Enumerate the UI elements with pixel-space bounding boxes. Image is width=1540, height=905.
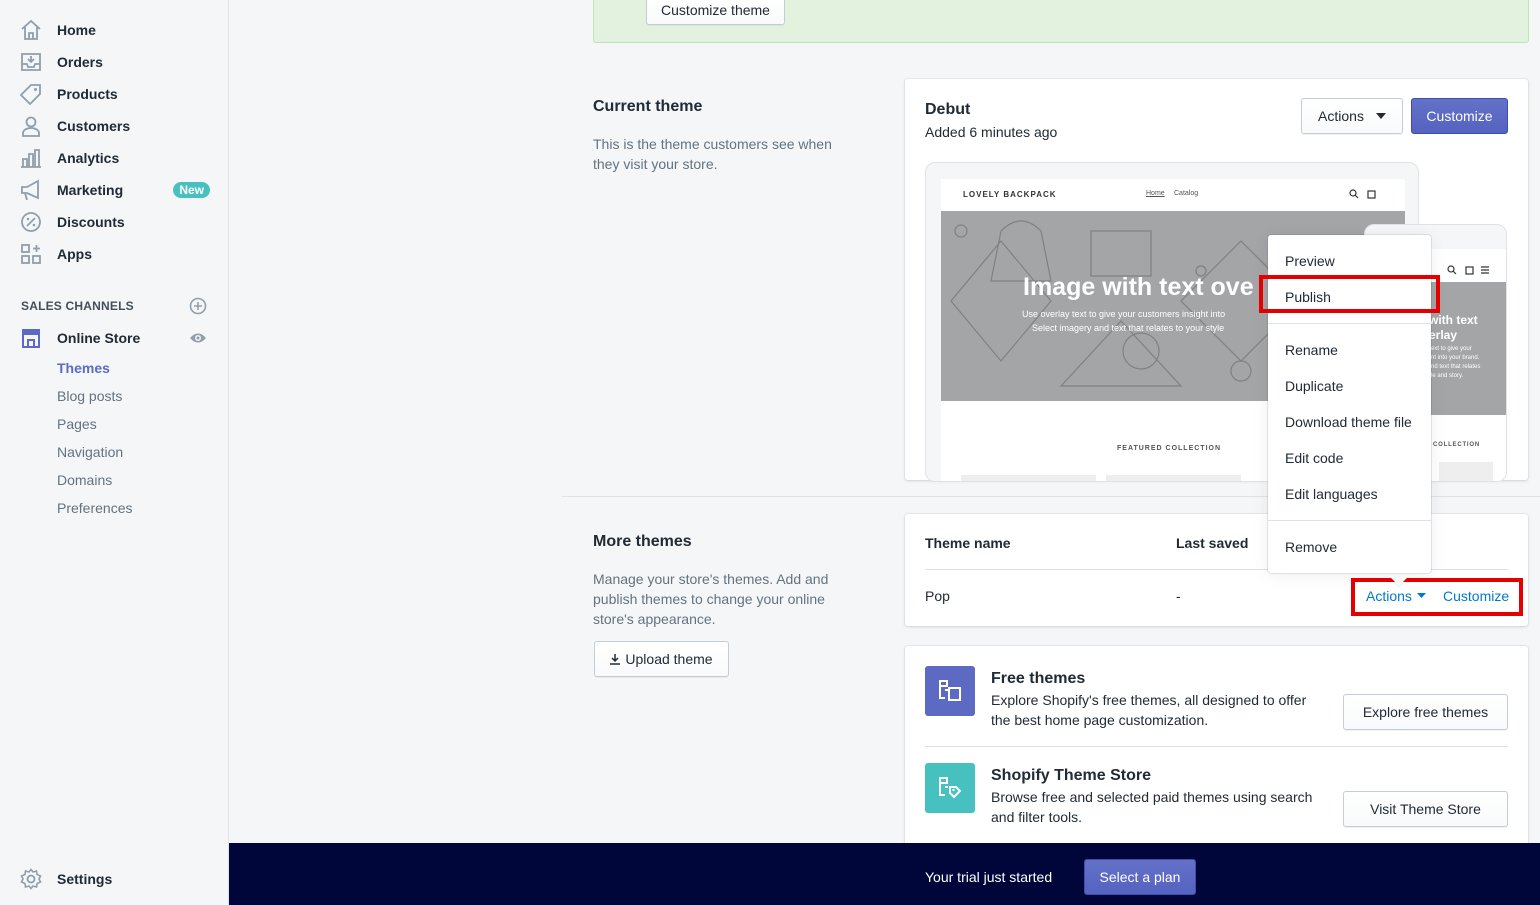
sales-channels-title: SALES CHANNELS — [21, 299, 134, 313]
select-plan-button[interactable]: Select a plan — [1084, 859, 1196, 895]
current-theme-added: Added 6 minutes ago — [925, 124, 1058, 140]
mobile-hero-line3: nd text that relates — [1431, 364, 1481, 370]
sidebar-item-label: Apps — [57, 246, 92, 262]
sidebar-subitem-themes[interactable]: Themes — [57, 360, 110, 376]
mobile-collection: COLLECTION — [1433, 442, 1480, 448]
free-themes-icon — [925, 666, 975, 716]
mobile-hero-title2: erlay — [1429, 328, 1458, 342]
sidebar-item-analytics[interactable]: Analytics — [20, 146, 210, 170]
highlight-publish — [1259, 275, 1440, 313]
row-last-saved: - — [1176, 588, 1181, 604]
card-divider — [925, 746, 1508, 747]
sidebar-item-orders[interactable]: Orders — [20, 50, 210, 74]
megaphone-icon — [20, 179, 42, 201]
mobile-hero-line1: ext to give your — [1431, 346, 1472, 352]
add-channel-icon[interactable] — [189, 297, 207, 318]
sidebar-item-label: Settings — [57, 871, 113, 887]
menu-item-preview[interactable]: Preview — [1285, 253, 1335, 269]
col-theme-name: Theme name — [925, 535, 1011, 551]
apps-icon — [20, 243, 42, 265]
preview-hero-line1: Use overlay text to give your customers … — [1022, 309, 1226, 319]
menu-item-duplicate[interactable]: Duplicate — [1285, 378, 1343, 394]
sidebar-item-discounts[interactable]: Discounts — [20, 210, 210, 234]
sidebar-item-marketing[interactable]: Marketing New — [20, 178, 210, 202]
orders-icon — [20, 51, 42, 73]
current-theme-title: Current theme — [593, 98, 703, 115]
sidebar-item-label: Orders — [57, 54, 103, 70]
sidebar-item-label: Online Store — [57, 330, 141, 346]
preview-nav-home: Home — [1146, 190, 1165, 197]
free-themes-desc: Explore Shopify's free themes, all desig… — [991, 692, 1307, 728]
more-themes-desc: Manage your store's themes. Add and publ… — [593, 571, 829, 627]
current-theme-name: Debut — [925, 101, 971, 118]
preview-featured-collection: FEATURED COLLECTION — [1117, 445, 1222, 452]
theme-store-icon — [925, 763, 975, 813]
sidebar-item-label: Home — [57, 22, 96, 38]
menu-item-download-theme-file[interactable]: Download theme file — [1285, 414, 1412, 430]
preview-hero-line2: Select imagery and text that relates to … — [1032, 323, 1225, 333]
preview-nav-catalog: Catalog — [1174, 190, 1199, 197]
current-customize-button[interactable]: Customize — [1411, 98, 1508, 134]
sidebar-subitem-blog-posts[interactable]: Blog posts — [57, 388, 122, 404]
sidebar: Home Orders Products Customers Analytics… — [0, 0, 229, 905]
menu-item-edit-languages[interactable]: Edit languages — [1285, 486, 1378, 502]
bar-chart-icon — [20, 147, 42, 169]
sidebar-item-products[interactable]: Products — [20, 82, 210, 106]
theme-store-desc: Browse free and selected paid themes usi… — [991, 789, 1313, 825]
home-icon — [20, 19, 42, 41]
sidebar-item-apps[interactable]: Apps — [20, 242, 210, 266]
preview-hero-title: Image with text ove — [1023, 273, 1254, 301]
customize-theme-button[interactable]: Customize theme — [646, 0, 785, 25]
person-icon — [20, 115, 42, 137]
sidebar-subitem-pages[interactable]: Pages — [57, 416, 97, 432]
upload-theme-label: Upload theme — [625, 651, 713, 667]
menu-item-rename[interactable]: Rename — [1285, 342, 1338, 358]
more-themes-title: More themes — [593, 533, 692, 550]
preview-header-icons — [1349, 189, 1376, 199]
sidebar-item-home[interactable]: Home — [20, 18, 210, 42]
caret-down-icon — [1375, 113, 1386, 119]
mobile-hero-line2: nt into your brand. — [1431, 355, 1480, 361]
highlight-row-actions — [1351, 578, 1523, 616]
mobile-header-icons — [1447, 265, 1489, 275]
sidebar-subitem-preferences[interactable]: Preferences — [57, 500, 132, 516]
preview-store-name: LOVELY BACKPACK — [963, 190, 1057, 199]
current-actions-button[interactable]: Actions — [1301, 98, 1403, 134]
discount-icon — [20, 211, 42, 233]
menu-separator — [1268, 323, 1431, 324]
upload-theme-button[interactable]: Upload theme — [594, 641, 729, 677]
store-icon — [20, 327, 42, 349]
menu-item-edit-code[interactable]: Edit code — [1285, 450, 1343, 466]
sidebar-item-label: Customers — [57, 118, 131, 134]
explore-free-themes-button[interactable]: Explore free themes — [1343, 694, 1508, 730]
sidebar-item-customers[interactable]: Customers — [20, 114, 210, 138]
theme-store-title: Shopify Theme Store — [991, 767, 1152, 784]
free-themes-title: Free themes — [991, 670, 1086, 687]
sidebar-item-label: Products — [57, 86, 118, 102]
gear-icon — [20, 868, 42, 890]
trial-text: Your trial just started — [925, 869, 1053, 885]
col-last-saved: Last saved — [1176, 535, 1249, 551]
sidebar-item-settings[interactable]: Settings — [20, 867, 210, 891]
current-theme-desc: This is the theme customers see when the… — [593, 136, 832, 172]
sidebar-item-label: Marketing — [57, 182, 124, 198]
sidebar-item-online-store[interactable]: Online Store — [20, 326, 210, 350]
visit-theme-store-button[interactable]: Visit Theme Store — [1343, 791, 1508, 827]
mobile-hero-line4: le and story. — [1431, 373, 1464, 379]
eye-icon[interactable] — [189, 331, 207, 348]
menu-item-remove[interactable]: Remove — [1285, 539, 1337, 555]
tag-icon — [20, 83, 42, 105]
row-theme-name: Pop — [925, 588, 950, 604]
sidebar-subitem-navigation[interactable]: Navigation — [57, 444, 123, 460]
download-icon — [610, 653, 621, 665]
sidebar-item-label: Discounts — [57, 214, 125, 230]
menu-separator — [1268, 520, 1431, 521]
mobile-hero-title1: with text — [1429, 313, 1478, 327]
sidebar-subitem-domains[interactable]: Domains — [57, 472, 112, 488]
new-badge: New — [173, 182, 210, 198]
sidebar-item-label: Analytics — [57, 150, 120, 166]
actions-label: Actions — [1318, 108, 1364, 124]
trial-bar — [229, 843, 1540, 905]
